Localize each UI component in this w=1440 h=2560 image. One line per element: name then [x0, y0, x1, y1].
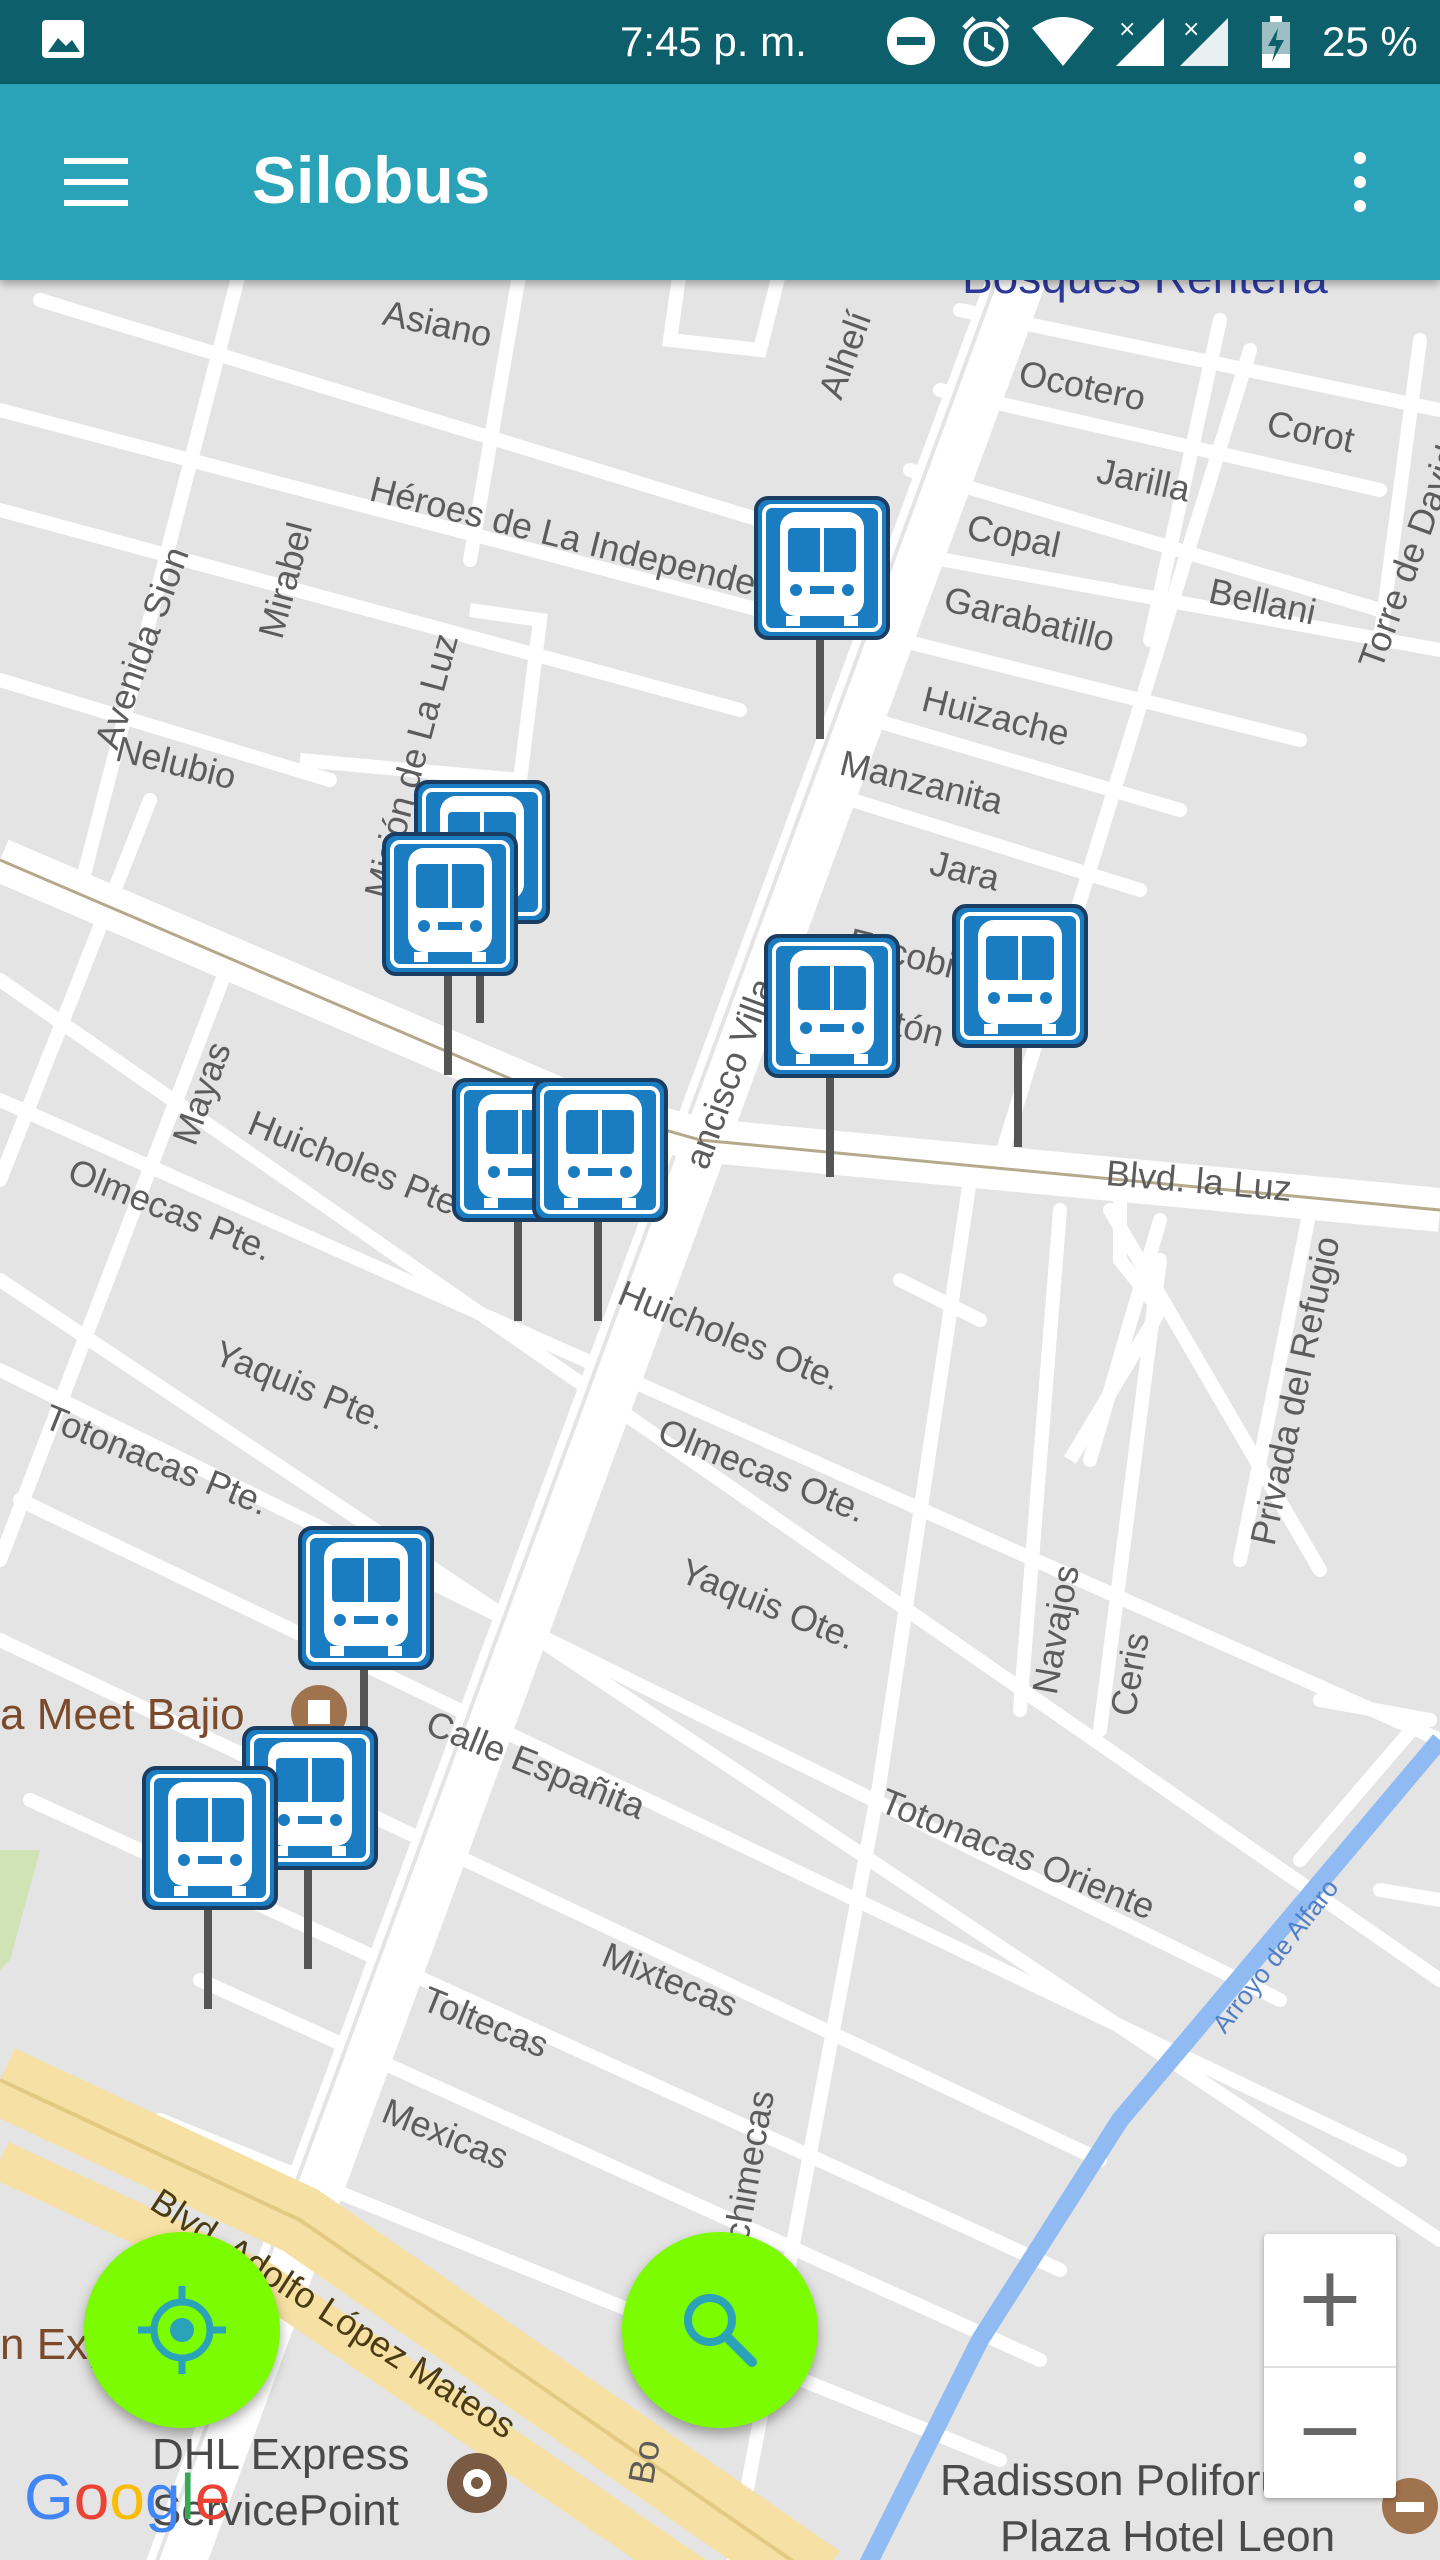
search-icon — [684, 2294, 757, 2367]
status-bar: 7:45 p. m. × × 25 % — [0, 0, 1440, 84]
signal-icon-2: × — [1180, 17, 1228, 66]
bus-stop-icon[interactable] — [762, 932, 902, 1182]
more-vertical-icon[interactable] — [1340, 150, 1380, 214]
shop-poi-icon[interactable] — [444, 2450, 510, 2516]
bus-stop-icon[interactable] — [380, 830, 520, 1080]
map-view[interactable]: Bosques Renteria Asiano Alhelí Ocotero C… — [0, 280, 1440, 2560]
bus-stop-icon[interactable] — [752, 494, 892, 744]
hamburger-menu-icon[interactable] — [60, 152, 132, 212]
poi-label: Plaza Hotel Leon — [1000, 2512, 1336, 2560]
battery-percent: 25 % — [1322, 18, 1418, 65]
bus-stop-icon[interactable] — [140, 1764, 280, 2014]
google-logo: Google — [24, 2461, 231, 2533]
svg-text:×: × — [1118, 17, 1136, 42]
poi-label: a Meet Bajio — [0, 1690, 245, 1739]
wifi-icon — [1032, 17, 1094, 66]
zoom-controls: + − — [1264, 2234, 1396, 2498]
my-location-icon — [138, 2286, 226, 2374]
zoom-out-button[interactable]: − — [1264, 2366, 1396, 2498]
dnd-icon — [887, 17, 935, 65]
my-location-button[interactable] — [84, 2232, 280, 2428]
app-title: Silobus — [252, 143, 491, 217]
app-bar: Silobus — [0, 84, 1440, 280]
search-button[interactable] — [622, 2232, 818, 2428]
bus-stop-icon[interactable] — [530, 1076, 670, 1326]
signal-icon: × — [1116, 17, 1164, 66]
svg-text:×: × — [1182, 17, 1200, 42]
bus-stop-icon[interactable] — [950, 902, 1090, 1152]
street-label: Bo — [620, 2436, 669, 2488]
status-time: 7:45 p. m. — [620, 18, 807, 65]
zoom-in-button[interactable]: + — [1264, 2234, 1396, 2368]
zoom-out-label: − — [1294, 2380, 1366, 2478]
street-label: Bosques Renteria — [962, 280, 1328, 304]
image-icon — [42, 20, 84, 58]
zoom-in-label: + — [1294, 2248, 1366, 2346]
alarm-icon — [962, 16, 1010, 67]
battery-icon — [1262, 16, 1290, 68]
